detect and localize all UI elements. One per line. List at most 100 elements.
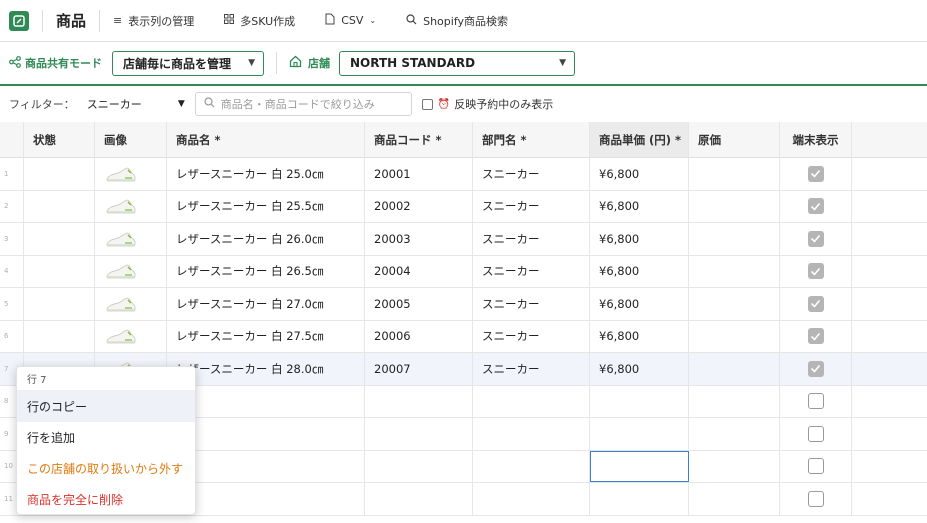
terminal-display-cell[interactable] [780, 418, 852, 450]
product-name-cell[interactable]: レザースニーカー 白 26.0㎝ [167, 223, 365, 255]
product-name-cell[interactable] [167, 385, 365, 417]
product-code-cell[interactable] [365, 418, 473, 450]
product-name-cell[interactable] [167, 483, 365, 515]
cost-cell[interactable] [689, 483, 780, 515]
image-cell[interactable] [95, 190, 167, 222]
product-name-cell[interactable]: レザースニーカー 白 25.0㎝ [167, 158, 365, 190]
status-cell[interactable] [24, 320, 95, 352]
terminal-display-cell[interactable] [780, 288, 852, 320]
table-row[interactable]: 3 レザースニーカー 白 26.0㎝ 20003 スニーカー ¥6,800 [0, 223, 927, 256]
terminal-display-checkbox[interactable] [807, 230, 824, 247]
search-input[interactable] [220, 97, 401, 111]
column-header-image[interactable]: 画像 [95, 122, 167, 157]
unit-price-cell[interactable]: ¥6,800 [590, 288, 689, 320]
column-header-terminal[interactable]: 端末表示 [780, 122, 852, 157]
department-cell[interactable]: スニーカー [473, 288, 590, 320]
column-header-department[interactable]: 部門名 * [473, 122, 590, 157]
department-cell[interactable]: スニーカー [473, 255, 590, 287]
table-row[interactable]: 6 レザースニーカー 白 27.5㎝ 20006 スニーカー ¥6,800 [0, 320, 927, 353]
manage-columns-button[interactable]: ≡ 表示列の管理 [113, 13, 194, 29]
unit-price-cell[interactable]: ¥6,800 [590, 353, 689, 385]
image-cell[interactable] [95, 223, 167, 255]
department-cell[interactable] [473, 483, 590, 515]
product-code-cell[interactable] [365, 483, 473, 515]
terminal-display-cell[interactable] [780, 190, 852, 222]
table-row[interactable]: 4 レザースニーカー 白 26.5㎝ 20004 スニーカー ¥6,800 [0, 255, 927, 288]
product-name-cell[interactable]: レザースニーカー 白 28.0㎝ [167, 353, 365, 385]
terminal-display-checkbox[interactable] [807, 393, 824, 410]
terminal-display-checkbox[interactable] [807, 165, 824, 182]
product-name-cell[interactable]: レザースニーカー 白 27.5㎝ [167, 320, 365, 352]
image-cell[interactable] [95, 288, 167, 320]
department-cell[interactable] [473, 385, 590, 417]
status-cell[interactable] [24, 190, 95, 222]
row-number[interactable]: 5 [0, 288, 24, 320]
terminal-display-cell[interactable] [780, 223, 852, 255]
table-row[interactable]: 2 レザースニーカー 白 25.5㎝ 20002 スニーカー ¥6,800 [0, 190, 927, 223]
cost-cell[interactable] [689, 158, 780, 190]
terminal-display-checkbox[interactable] [807, 263, 824, 280]
category-filter-select[interactable]: スニーカー ▼ [87, 93, 185, 115]
unit-price-cell[interactable]: ¥6,800 [590, 190, 689, 222]
row-number[interactable]: 2 [0, 190, 24, 222]
column-header-name[interactable]: 商品名 * [167, 122, 365, 157]
status-cell[interactable] [24, 288, 95, 320]
department-cell[interactable]: スニーカー [473, 158, 590, 190]
terminal-display-checkbox[interactable] [807, 198, 824, 215]
terminal-display-checkbox[interactable] [807, 360, 824, 377]
delete-product-menu-item[interactable]: 商品を完全に削除 [17, 484, 195, 515]
image-cell[interactable] [95, 158, 167, 190]
terminal-display-cell[interactable] [780, 255, 852, 287]
department-cell[interactable] [473, 450, 590, 482]
unit-price-cell[interactable]: ¥6,800 [590, 223, 689, 255]
cost-cell[interactable] [689, 385, 780, 417]
status-cell[interactable] [24, 255, 95, 287]
department-cell[interactable] [473, 418, 590, 450]
unit-price-cell[interactable]: ¥6,800 [590, 320, 689, 352]
cost-cell[interactable] [689, 450, 780, 482]
product-name-cell[interactable] [167, 450, 365, 482]
terminal-display-cell[interactable] [780, 483, 852, 515]
department-cell[interactable]: スニーカー [473, 353, 590, 385]
terminal-display-cell[interactable] [780, 320, 852, 352]
row-number[interactable]: 1 [0, 158, 24, 190]
department-cell[interactable]: スニーカー [473, 223, 590, 255]
terminal-display-cell[interactable] [780, 158, 852, 190]
table-row[interactable]: 1 レザースニーカー 白 25.0㎝ 20001 スニーカー ¥6,800 [0, 158, 927, 191]
cost-cell[interactable] [689, 320, 780, 352]
product-code-cell[interactable]: 20005 [365, 288, 473, 320]
unit-price-cell[interactable] [590, 385, 689, 417]
terminal-display-cell[interactable] [780, 353, 852, 385]
unit-price-cell[interactable] [590, 418, 689, 450]
cost-cell[interactable] [689, 255, 780, 287]
terminal-display-cell[interactable] [780, 385, 852, 417]
terminal-display-checkbox[interactable] [807, 425, 824, 442]
product-name-cell[interactable]: レザースニーカー 白 26.5㎝ [167, 255, 365, 287]
cost-cell[interactable] [689, 223, 780, 255]
product-code-cell[interactable] [365, 450, 473, 482]
csv-menu-button[interactable]: CSV ⌄ [325, 13, 376, 28]
product-code-cell[interactable]: 20003 [365, 223, 473, 255]
cost-cell[interactable] [689, 190, 780, 222]
copy-row-menu-item[interactable]: 行のコピー [17, 391, 195, 422]
product-name-cell[interactable]: レザースニーカー 白 27.0㎝ [167, 288, 365, 320]
status-cell[interactable] [24, 158, 95, 190]
row-number[interactable]: 6 [0, 320, 24, 352]
department-cell[interactable]: スニーカー [473, 320, 590, 352]
column-header-code[interactable]: 商品コード * [365, 122, 473, 157]
cost-cell[interactable] [689, 288, 780, 320]
add-row-menu-item[interactable]: 行を追加 [17, 422, 195, 453]
product-code-cell[interactable]: 20001 [365, 158, 473, 190]
share-mode-select[interactable]: 店舗毎に商品を管理 ▼ [112, 50, 264, 76]
terminal-display-cell[interactable] [780, 450, 852, 482]
reservation-only-checkbox[interactable] [421, 98, 433, 110]
product-code-cell[interactable] [365, 385, 473, 417]
status-cell[interactable] [24, 223, 95, 255]
column-header-status[interactable]: 状態 [24, 122, 95, 157]
unit-price-cell[interactable] [590, 450, 689, 482]
image-cell[interactable] [95, 320, 167, 352]
remove-from-store-menu-item[interactable]: この店舗の取り扱いから外す [17, 453, 195, 484]
search-field[interactable] [194, 92, 412, 116]
unit-price-cell[interactable] [590, 483, 689, 515]
product-code-cell[interactable]: 20002 [365, 190, 473, 222]
